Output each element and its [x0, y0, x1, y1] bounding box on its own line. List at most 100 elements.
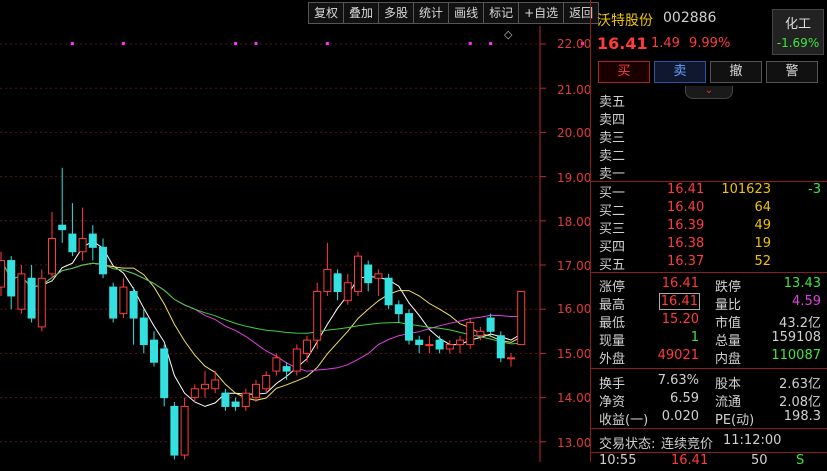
candle-body — [313, 291, 322, 341]
toolbar-button-stats[interactable]: 统计 — [413, 2, 449, 24]
fundamental-row: 换手 7.63% 股本 2.63亿 — [591, 373, 827, 392]
bid-volume: 49 — [754, 218, 771, 233]
candle-body — [374, 273, 383, 279]
candle-body — [384, 277, 393, 306]
kline-chart[interactable] — [0, 0, 590, 462]
stat-label: 总量 — [715, 334, 742, 349]
ask-level-label: 卖一 — [599, 167, 626, 182]
cancel-order-button[interactable]: 撤 — [710, 61, 762, 83]
bid-volume: 101623 — [721, 182, 771, 197]
candle-body — [405, 313, 413, 341]
ma60-line — [0, 260, 522, 345]
signal-marker — [121, 42, 125, 45]
bid-level-label: 买四 — [599, 240, 626, 255]
signal-marker — [254, 42, 258, 45]
candle-body — [78, 237, 87, 253]
toolbar-button-mark[interactable]: 标记 — [483, 2, 519, 24]
buy-button[interactable]: 买 — [598, 61, 650, 83]
tick-volume: 50 — [751, 453, 768, 468]
y-tick-label: 22.00 — [557, 37, 592, 51]
stat-value: 13.43 — [783, 276, 821, 291]
stat-label: 涨停 — [599, 280, 626, 295]
alert-button[interactable]: 警 — [766, 61, 818, 83]
candle-body — [364, 264, 373, 284]
y-tick-label: 13.00 — [557, 436, 592, 450]
sector-change-pct: -1.69% — [776, 36, 820, 50]
chevron-down-icon[interactable]: ⌄ — [685, 86, 733, 99]
toolbar-button-fuquan[interactable]: 复权 — [308, 2, 344, 24]
y-tick-label: 21.00 — [557, 83, 592, 97]
candle-body — [496, 335, 505, 359]
bid-level-row: 买五 16.37 52 — [591, 254, 827, 273]
sector-box[interactable]: 化工 -1.69% — [772, 9, 824, 55]
stock-code: 002886 — [663, 10, 717, 26]
candle-body — [58, 224, 67, 231]
stat-value: 1 — [690, 330, 699, 345]
candle-body — [160, 348, 169, 399]
fundamental-value: 198.3 — [783, 409, 821, 424]
candle-body — [211, 379, 220, 390]
y-tick-label: 16.00 — [557, 302, 592, 316]
bid-level-row: 买三 16.39 49 — [591, 218, 827, 237]
candle-body — [27, 277, 36, 319]
trade-status: 交易状态: 连续竞价 11:12:00 — [591, 433, 827, 452]
candle-body — [394, 304, 403, 315]
stat-label: 最高 — [599, 298, 626, 313]
bid-change: -3 — [808, 182, 821, 197]
y-tick-label: 17.00 — [557, 259, 592, 273]
candle-body — [99, 246, 107, 275]
toolbar-button-overlay[interactable]: 叠加 — [343, 2, 379, 24]
stat-value: 4.59 — [792, 294, 821, 309]
signal-marker — [234, 42, 238, 45]
ma10-line — [0, 260, 522, 401]
candle-body — [415, 339, 424, 346]
bid-level-row: 买二 16.40 64 — [591, 200, 827, 219]
candle-body — [262, 375, 271, 390]
stat-row: 现量 1 总量 159108 — [591, 330, 827, 349]
bid-volume: 64 — [754, 200, 771, 215]
fundamental-value: 2.08亿 — [779, 395, 821, 410]
stock-price: 16.41 — [597, 34, 648, 53]
stat-label: 量比 — [715, 298, 742, 313]
candle-body — [129, 291, 138, 319]
bid-volume: 19 — [754, 236, 771, 251]
fundamental-label: 股本 — [715, 377, 742, 392]
sell-button[interactable]: 卖 — [654, 61, 706, 83]
stat-value: 16.41 — [658, 293, 701, 310]
toolbar-button-multi[interactable]: 多股 — [378, 2, 414, 24]
candle-body — [170, 405, 179, 456]
candle-body — [282, 366, 291, 372]
stat-label: 外盘 — [599, 352, 626, 367]
divider — [591, 272, 827, 273]
y-tick-label: 14.00 — [557, 391, 592, 405]
quote-panel: 沃特股份 002886 16.41 1.49 9.99% 化工 -1.69% 买… — [590, 0, 827, 468]
stat-value: 159108 — [771, 330, 821, 345]
signal-marker — [468, 42, 472, 45]
candle-body — [139, 317, 148, 346]
candle-body — [17, 273, 26, 310]
candle-body — [201, 383, 209, 390]
toolbar-button-draw[interactable]: 画线 — [448, 2, 484, 24]
candle-body — [37, 277, 46, 328]
candle-body — [333, 273, 342, 293]
candle-body — [180, 405, 189, 456]
bid-level-label: 买一 — [599, 186, 626, 201]
toolbar-button-add-watch[interactable]: +自选 — [518, 2, 564, 24]
signal-marker — [489, 42, 493, 45]
ask-level-label: 卖二 — [599, 149, 626, 164]
candle-body — [507, 357, 515, 360]
bid-level-row: 买一 16.41 101623 -3 — [591, 182, 827, 201]
fundamental-label: 收益(一) — [599, 413, 649, 428]
diamond-marker-icon[interactable]: ◇ — [504, 28, 512, 41]
candle-body — [343, 282, 352, 301]
stat-row: 涨停 16.41 跌停 13.43 — [591, 276, 827, 295]
bid-price: 16.40 — [667, 200, 705, 215]
divider — [591, 368, 827, 369]
bid-level-label: 买三 — [599, 222, 626, 237]
bid-price: 16.38 — [667, 236, 705, 251]
candle-body — [231, 401, 240, 407]
bid-level-label: 买二 — [599, 204, 626, 219]
candle-body — [354, 255, 362, 293]
stat-value: 110087 — [771, 348, 821, 363]
chart-toolbar: 复权 叠加 多股 统计 画线 标记 +自选 返回 — [308, 2, 600, 24]
